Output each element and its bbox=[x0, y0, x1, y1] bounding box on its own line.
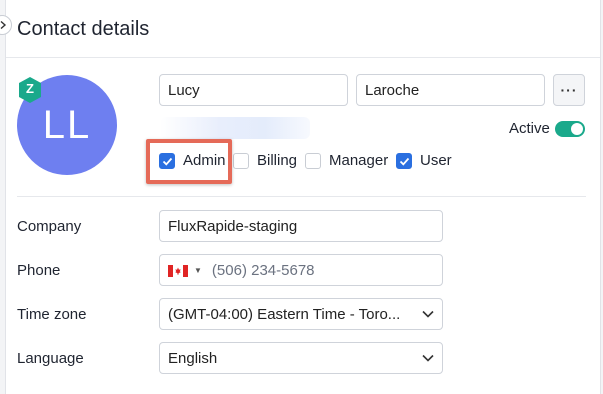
chevron-down-icon bbox=[422, 310, 434, 318]
company-label: Company bbox=[17, 218, 82, 235]
section-divider bbox=[17, 196, 586, 197]
user-label: User bbox=[420, 152, 452, 169]
collapse-panel-button[interactable] bbox=[0, 15, 12, 35]
checkmark-icon bbox=[399, 157, 409, 166]
canada-flag-icon[interactable] bbox=[168, 264, 188, 277]
company-input[interactable]: FluxRapide-staging bbox=[159, 210, 443, 242]
chevron-down-icon bbox=[422, 354, 434, 362]
more-options-button[interactable]: ··· bbox=[553, 74, 585, 106]
caret-down-icon[interactable]: ▼ bbox=[194, 266, 202, 275]
language-value: English bbox=[168, 349, 218, 367]
language-select[interactable]: English bbox=[159, 342, 443, 374]
active-label: Active bbox=[509, 120, 550, 137]
blurred-email bbox=[160, 117, 310, 139]
chevron-right-icon bbox=[0, 21, 7, 29]
left-panel-edge bbox=[0, 0, 6, 394]
billing-label: Billing bbox=[257, 152, 298, 169]
highlight-box bbox=[146, 139, 232, 184]
timezone-select[interactable]: (GMT-04:00) Eastern Time - Toro... bbox=[159, 298, 443, 330]
first-name-input[interactable]: Lucy bbox=[159, 74, 348, 106]
phone-input[interactable]: ▼ (506) 234-5678 bbox=[159, 254, 443, 286]
manager-label: Manager bbox=[329, 152, 389, 169]
timezone-label: Time zone bbox=[17, 306, 87, 323]
phone-label: Phone bbox=[17, 262, 61, 279]
billing-checkbox[interactable] bbox=[233, 153, 249, 169]
active-toggle[interactable] bbox=[555, 121, 585, 137]
phone-placeholder: (506) 234-5678 bbox=[211, 261, 315, 279]
zendesk-badge-icon: Z bbox=[18, 77, 42, 103]
panel-title: Contact details bbox=[17, 18, 150, 40]
header-divider bbox=[6, 57, 600, 58]
badge-letter: Z bbox=[26, 81, 34, 96]
language-label: Language bbox=[17, 350, 84, 367]
user-checkbox[interactable] bbox=[396, 153, 412, 169]
timezone-value: (GMT-04:00) Eastern Time - Toro... bbox=[168, 305, 401, 323]
last-name-input[interactable]: Laroche bbox=[356, 74, 545, 106]
manager-checkbox[interactable] bbox=[305, 153, 321, 169]
